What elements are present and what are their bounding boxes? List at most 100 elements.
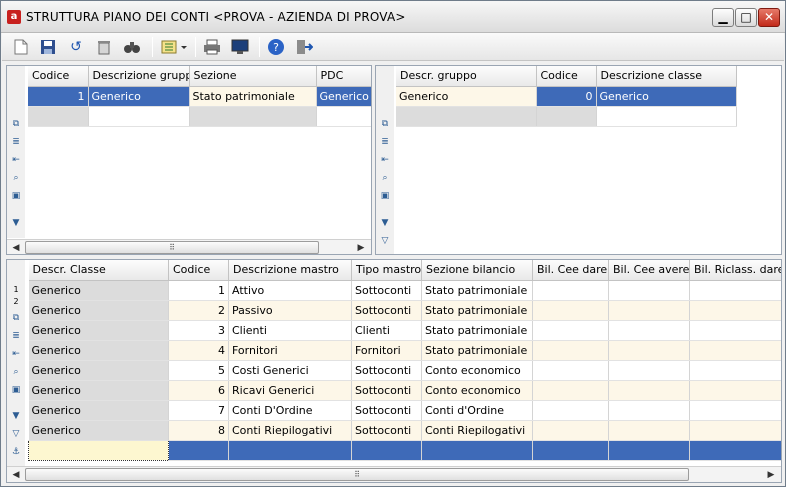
delete-icon[interactable] [94, 37, 114, 57]
new-document-icon[interactable] [11, 37, 31, 57]
scroll-thumb[interactable]: ⠿ [25, 241, 319, 254]
empty-cell[interactable] [189, 106, 317, 127]
empty-cell[interactable] [396, 106, 537, 127]
cell-cee-avere[interactable] [608, 340, 690, 361]
cell-tipo[interactable]: Sottoconti [351, 280, 422, 301]
filter-remove-icon[interactable]: ▽ [10, 428, 22, 440]
column-header[interactable]: Bil. Cee avere [608, 260, 690, 281]
scroll-thumb[interactable]: ⠿ [25, 468, 689, 481]
cell-riclass-dare[interactable] [689, 340, 781, 361]
empty-cell[interactable] [351, 440, 422, 461]
empty-cell[interactable] [608, 440, 690, 461]
table-row[interactable]: Generico 3 Clienti Clienti Stato patrimo… [28, 320, 781, 341]
cell-descrizione[interactable]: Conti Riepilogativi [228, 420, 352, 441]
empty-cell[interactable] [28, 106, 89, 127]
new-row[interactable] [28, 439, 781, 461]
filter-icon[interactable]: ▼ [379, 217, 391, 229]
empty-cell[interactable] [228, 440, 352, 461]
cell-descrizione[interactable]: Generico [596, 86, 737, 107]
zoom-icon[interactable]: ⌕ [379, 172, 391, 184]
minimize-button[interactable]: ▁ [712, 8, 734, 27]
table-row[interactable]: Generico 2 Passivo Sottoconti Stato patr… [28, 300, 781, 321]
groups-horizontal-scrollbar[interactable]: ◀ ⠿ ▶ [7, 239, 371, 254]
cell-sezione[interactable]: Stato patrimoniale [421, 300, 533, 321]
list-icon[interactable]: ≣ [10, 136, 22, 148]
insert-icon[interactable]: ⇤ [379, 154, 391, 166]
empty-cell[interactable] [536, 106, 597, 127]
cell-descrizione[interactable]: Conti D'Ordine [228, 400, 352, 421]
empty-cell[interactable] [88, 106, 190, 127]
column-header[interactable]: Tipo mastro [351, 260, 422, 281]
table-row[interactable]: Generico 6 Ricavi Generici Sottoconti Co… [28, 380, 781, 401]
cell-cee-dare[interactable] [532, 280, 609, 301]
column-header[interactable]: Bil. Riclass. dare [689, 260, 781, 281]
form-icon[interactable]: ▣ [10, 384, 22, 396]
cell-riclass-dare[interactable] [689, 300, 781, 321]
table-row[interactable]: Generico 8 Conti Riepilogativi Sottocont… [28, 420, 781, 441]
cell-riclass-dare[interactable] [689, 280, 781, 301]
cell-riclass-dare[interactable] [689, 400, 781, 421]
column-header[interactable]: Descrizione classe [596, 66, 737, 87]
cell-descrizione[interactable]: Ricavi Generici [228, 380, 352, 401]
insert-icon[interactable]: ⇤ [10, 348, 22, 360]
column-header[interactable]: Descrizione gruppo [88, 66, 190, 87]
cell-sezione[interactable]: Stato patrimoniale [421, 320, 533, 341]
mastri-horizontal-scrollbar[interactable]: ◀ ⠿ ▶ [7, 466, 781, 482]
new-row[interactable] [28, 106, 371, 127]
undo-icon[interactable]: ↺ [66, 37, 86, 57]
filter-icon[interactable]: ▼ [10, 410, 22, 422]
cell-sezione[interactable]: Conto economico [421, 380, 533, 401]
cell-descrizione[interactable]: Attivo [228, 280, 352, 301]
cell-classe[interactable]: Generico [28, 320, 169, 341]
monitor-icon[interactable] [230, 37, 250, 57]
cell-cee-avere[interactable] [608, 400, 690, 421]
cell-classe[interactable]: Generico [28, 420, 169, 441]
cell-sezione[interactable]: Conti d'Ordine [421, 400, 533, 421]
list-icon[interactable]: ≣ [10, 330, 22, 342]
cell-cee-dare[interactable] [532, 340, 609, 361]
form-icon[interactable]: ▣ [379, 190, 391, 202]
column-header[interactable]: Descr. gruppo [396, 66, 537, 87]
cell-tipo[interactable]: Fornitori [351, 340, 422, 361]
zoom-icon[interactable]: ⌕ [10, 172, 22, 184]
table-row[interactable]: 1 Generico Stato patrimoniale Generico [28, 86, 371, 107]
column-header[interactable]: Codice [168, 260, 229, 281]
help-icon[interactable]: ? [266, 37, 286, 57]
cell-descrizione[interactable]: Costi Generici [228, 360, 352, 381]
cell-riclass-dare[interactable] [689, 320, 781, 341]
exit-icon[interactable] [294, 37, 314, 57]
form-icon[interactable]: ▣ [10, 190, 22, 202]
empty-cell[interactable] [316, 106, 371, 127]
cell-riclass-dare[interactable] [689, 360, 781, 381]
cell-classe[interactable]: Generico [28, 400, 169, 421]
cell-sezione[interactable]: Conti Riepilogativi [421, 420, 533, 441]
cell-cee-dare[interactable] [532, 300, 609, 321]
filter-remove-icon[interactable]: ▽ [379, 235, 391, 247]
column-header[interactable]: Codice [536, 66, 597, 87]
cell-sezione[interactable]: Stato patrimoniale [189, 86, 317, 107]
cell-cee-dare[interactable] [532, 380, 609, 401]
cell-tipo[interactable]: Clienti [351, 320, 422, 341]
cell-cee-dare[interactable] [532, 420, 609, 441]
column-header[interactable]: PDC [316, 66, 371, 87]
cell-cee-avere[interactable] [608, 320, 690, 341]
cell-codice[interactable]: 4 [168, 340, 229, 361]
cell-sezione[interactable]: Stato patrimoniale [421, 340, 533, 361]
cell-tipo[interactable]: Sottoconti [351, 400, 422, 421]
table-row[interactable]: Generico 5 Costi Generici Sottoconti Con… [28, 360, 781, 381]
scroll-left-icon[interactable]: ◀ [10, 469, 22, 481]
cell-descrizione[interactable]: Fornitori [228, 340, 352, 361]
copy-icon[interactable]: ⧉ [10, 118, 22, 130]
cell-pdc[interactable]: Generico [316, 86, 371, 107]
find-icon[interactable] [122, 37, 142, 57]
print-icon[interactable] [202, 37, 222, 57]
table-row[interactable]: Generico 1 Attivo Sottoconti Stato patri… [28, 280, 781, 301]
cell-descrizione[interactable]: Clienti [228, 320, 352, 341]
filter-icon[interactable]: ▼ [10, 217, 22, 229]
cell-codice[interactable]: 0 [536, 86, 597, 107]
close-button[interactable]: ✕ [758, 8, 780, 27]
cell-codice[interactable]: 8 [168, 420, 229, 441]
cell-classe[interactable]: Generico [28, 360, 169, 381]
copy-icon[interactable]: ⧉ [379, 118, 391, 130]
cell-cee-dare[interactable] [532, 400, 609, 421]
